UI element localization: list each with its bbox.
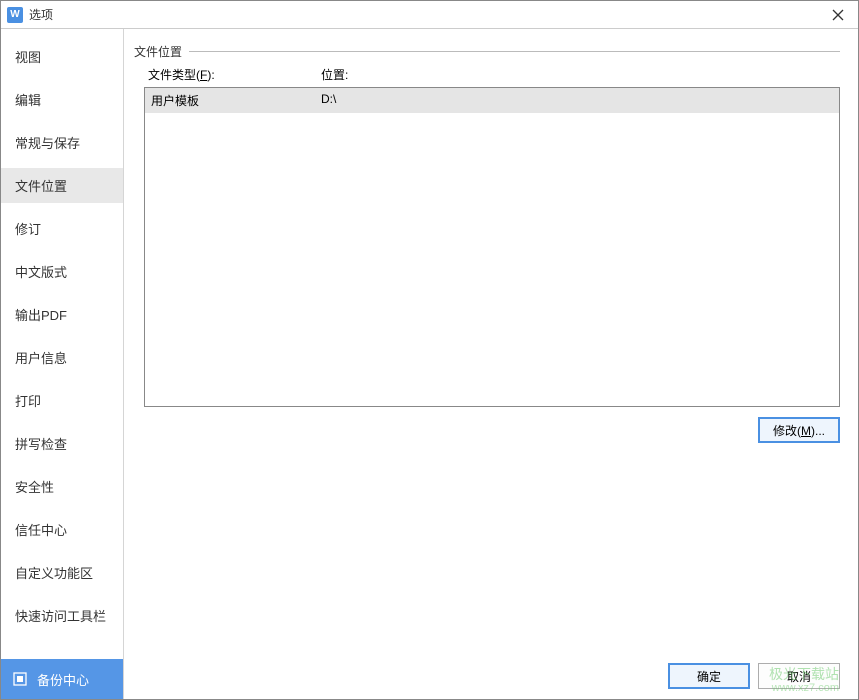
sidebar-item-user-info[interactable]: 用户信息 [1, 340, 123, 375]
sidebar-items: 视图 编辑 常规与保存 文件位置 修订 中文版式 输出PDF 用户信息 打印 拼… [1, 29, 123, 659]
sidebar-item-custom-ribbon[interactable]: 自定义功能区 [1, 555, 123, 590]
main-panel: 文件位置 文件类型(F): 位置: 用户模板 D:\ [124, 29, 858, 699]
sidebar-item-output-pdf[interactable]: 输出PDF [1, 297, 123, 332]
header-file-type: 文件类型(F): [148, 66, 321, 83]
sidebar-item-print[interactable]: 打印 [1, 383, 123, 418]
sidebar-item-revision[interactable]: 修订 [1, 211, 123, 246]
sidebar-item-security[interactable]: 安全性 [1, 469, 123, 504]
modify-row: 修改(M)... [144, 407, 840, 443]
table-row[interactable]: 用户模板 D:\ [145, 88, 839, 113]
sidebar-item-chinese-layout[interactable]: 中文版式 [1, 254, 123, 289]
sidebar-item-quick-access[interactable]: 快速访问工具栏 [1, 598, 123, 633]
titlebar: W 选项 [1, 1, 858, 29]
file-location-section: 文件位置 文件类型(F): 位置: 用户模板 D:\ [134, 43, 840, 443]
section-title: 文件位置 [134, 43, 187, 60]
section-body: 文件类型(F): 位置: 用户模板 D:\ 修改(M)... [134, 52, 840, 443]
window-title: 选项 [29, 6, 824, 23]
options-window: W 选项 视图 编辑 常规与保存 文件位置 修订 中文版式 输出PDF 用户信息… [0, 0, 859, 700]
sidebar-item-file-location[interactable]: 文件位置 [1, 168, 123, 203]
app-icon-letter: W [10, 9, 19, 20]
sidebar-item-view[interactable]: 视图 [1, 39, 123, 74]
modify-button[interactable]: 修改(M)... [758, 417, 840, 443]
file-location-list[interactable]: 用户模板 D:\ [144, 87, 840, 407]
app-icon: W [7, 7, 23, 23]
header-location: 位置: [321, 66, 840, 83]
sidebar: 视图 编辑 常规与保存 文件位置 修订 中文版式 输出PDF 用户信息 打印 拼… [1, 29, 124, 699]
close-button[interactable] [824, 4, 852, 26]
dialog-footer: 确定 取消 [668, 663, 840, 689]
sidebar-item-trust-center[interactable]: 信任中心 [1, 512, 123, 547]
ok-button[interactable]: 确定 [668, 663, 750, 689]
sidebar-item-edit[interactable]: 编辑 [1, 82, 123, 117]
backup-icon [11, 670, 29, 688]
cancel-button[interactable]: 取消 [758, 663, 840, 689]
content-area: 视图 编辑 常规与保存 文件位置 修订 中文版式 输出PDF 用户信息 打印 拼… [1, 29, 858, 699]
backup-center-label: 备份中心 [37, 670, 89, 689]
sidebar-item-general-save[interactable]: 常规与保存 [1, 125, 123, 160]
table-headers: 文件类型(F): 位置: [144, 66, 840, 83]
backup-center-button[interactable]: 备份中心 [1, 659, 123, 699]
cell-file-type: 用户模板 [151, 92, 321, 109]
sidebar-item-spellcheck[interactable]: 拼写检查 [1, 426, 123, 461]
cell-location: D:\ [321, 92, 833, 109]
